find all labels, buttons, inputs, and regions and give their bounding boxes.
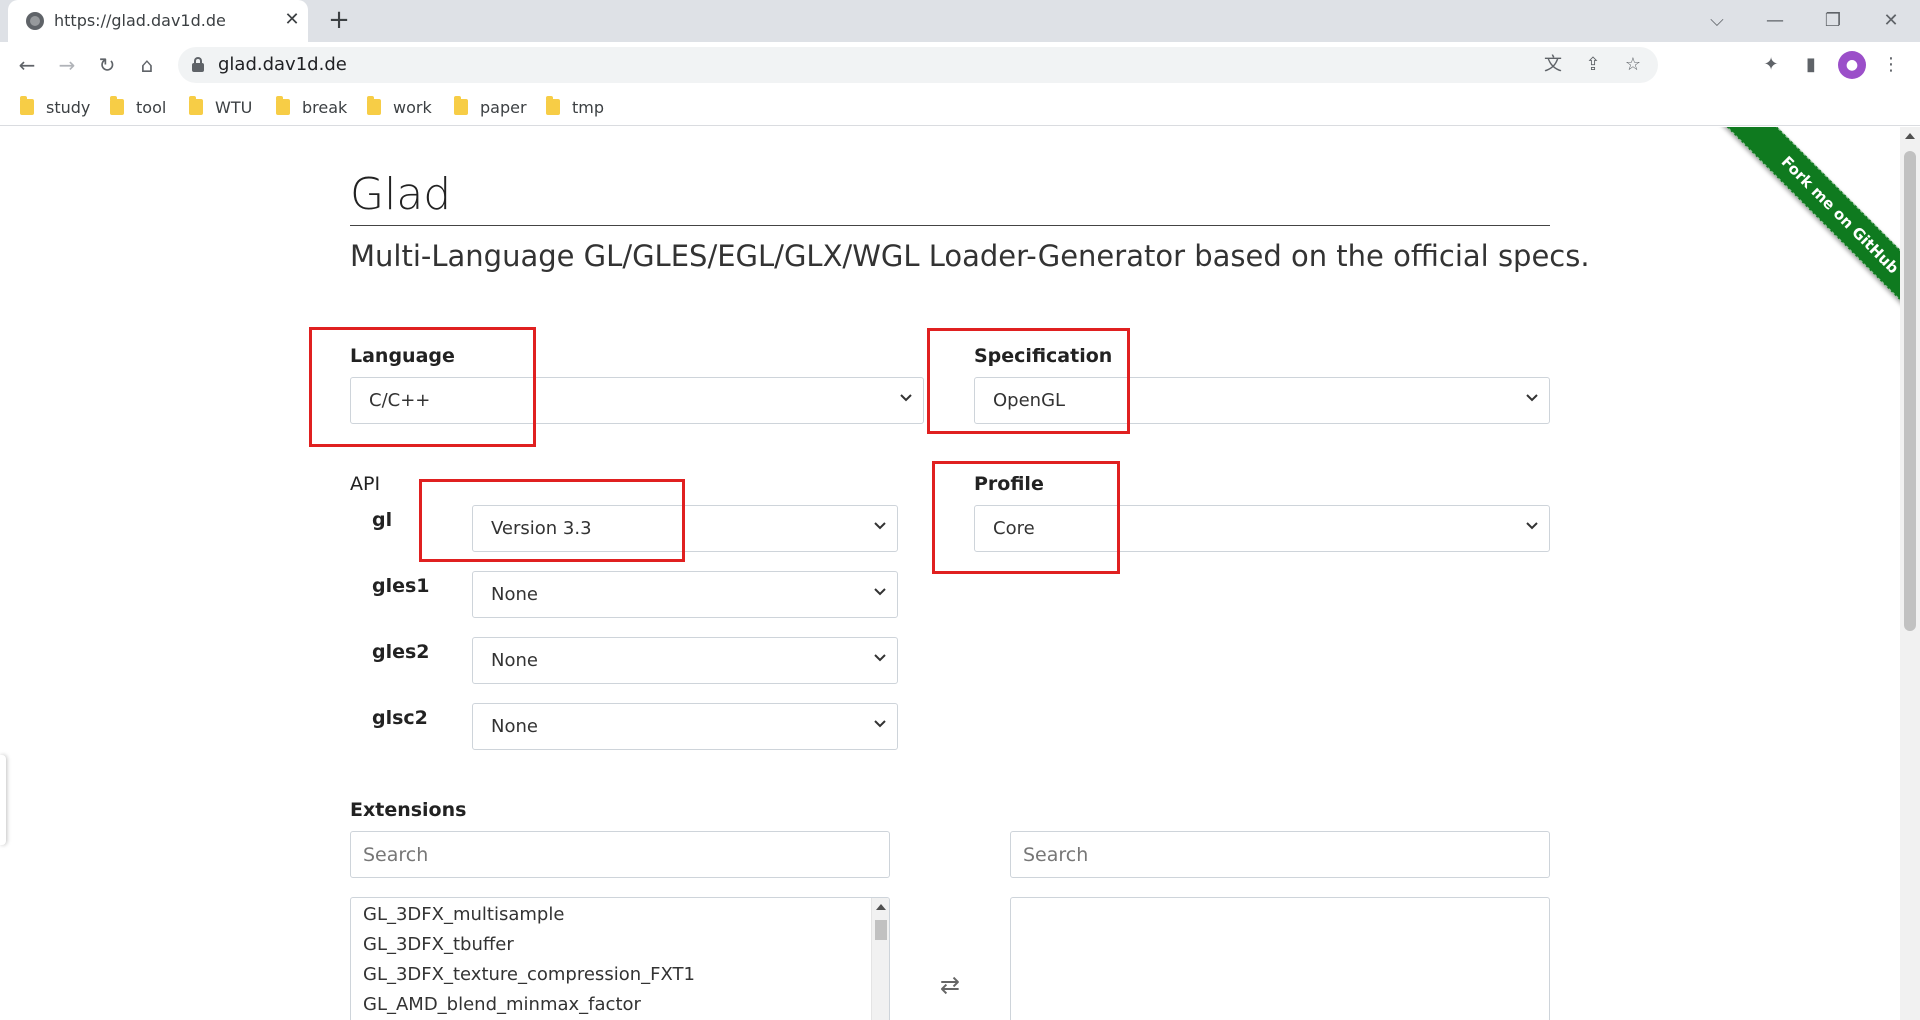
highlight-box — [419, 479, 685, 562]
api-gles2-select[interactable]: None — [472, 637, 898, 684]
api-label: API — [350, 473, 381, 495]
page-subtitle: Multi-Language GL/GLES/EGL/GLX/WGL Loade… — [350, 239, 1590, 273]
chevron-down-icon — [873, 518, 887, 532]
address-bar[interactable]: glad.dav1d.de 文 ⇪ ☆ — [178, 47, 1658, 83]
new-tab-button[interactable]: + — [324, 6, 354, 36]
tab-search-icon[interactable]: ⌵ — [1700, 6, 1734, 36]
chevron-down-icon — [873, 650, 887, 664]
swap-icon[interactable]: ⇄ — [935, 973, 965, 997]
api-gles1-select[interactable]: None — [472, 571, 898, 618]
selected-extensions-search-input[interactable]: Search — [1010, 831, 1550, 878]
list-item[interactable]: GL_3DFX_texture_compression_FXT1 — [363, 964, 695, 985]
bookmark-wtu[interactable]: WTU — [189, 96, 252, 118]
folder-icon — [276, 96, 290, 115]
title-divider — [350, 225, 1550, 226]
url-text[interactable]: glad.dav1d.de — [218, 54, 347, 75]
list-item[interactable]: GL_3DFX_multisample — [363, 904, 564, 925]
reload-icon[interactable]: ↻ — [92, 50, 122, 80]
folder-icon — [110, 96, 124, 115]
tab-title: https://glad.dav1d.de — [54, 11, 226, 30]
search-placeholder: Search — [363, 844, 429, 866]
scroll-up-icon[interactable] — [876, 904, 886, 910]
extensions-search-input[interactable]: Search — [350, 831, 890, 878]
bookmark-paper[interactable]: paper — [454, 96, 527, 118]
list-item[interactable]: GL_AMD_blend_minmax_factor — [363, 994, 641, 1015]
browser-toolbar: ← → ↻ ⌂ glad.dav1d.de 文 ⇪ ☆ ✦ ▮ ● ⋮ — [0, 42, 1920, 88]
api-glsc2-select[interactable]: None — [472, 703, 898, 750]
bookmark-break[interactable]: break — [276, 96, 347, 118]
highlight-box — [309, 327, 536, 447]
api-gles1-value: None — [491, 584, 538, 605]
home-icon[interactable]: ⌂ — [132, 50, 162, 80]
share-icon[interactable]: ⇪ — [1578, 50, 1608, 80]
bookmark-tool[interactable]: tool — [110, 96, 166, 118]
lock-icon[interactable] — [192, 57, 204, 72]
chevron-down-icon — [899, 390, 913, 404]
api-glsc2-value: None — [491, 716, 538, 737]
folder-icon — [454, 96, 468, 115]
side-panel-icon[interactable]: ▮ — [1796, 50, 1826, 80]
folder-icon — [189, 96, 203, 115]
highlight-box — [927, 328, 1130, 434]
chevron-down-icon — [873, 584, 887, 598]
bookmark-work[interactable]: work — [367, 96, 432, 118]
selected-extensions-list[interactable] — [1010, 897, 1550, 1020]
chevron-down-icon — [1525, 518, 1539, 532]
page-scrollbar[interactable] — [1900, 127, 1920, 1020]
api-gles1-label: gles1 — [372, 575, 430, 597]
github-ribbon[interactable]: Fork me on GitHub — [1680, 127, 1900, 347]
chevron-down-icon — [1525, 390, 1539, 404]
api-gles2-value: None — [491, 650, 538, 671]
translate-icon[interactable]: 文 — [1538, 50, 1568, 80]
forward-icon[interactable]: → — [52, 50, 82, 80]
bookmark-tmp[interactable]: tmp — [546, 96, 604, 118]
page-title: Glad — [350, 169, 452, 220]
bookmark-star-icon[interactable]: ☆ — [1618, 50, 1648, 80]
restore-button[interactable]: ❐ — [1816, 6, 1850, 36]
close-tab-icon[interactable]: ✕ — [280, 8, 304, 32]
highlight-box — [932, 461, 1120, 574]
page-content: Fork me on GitHub Glad Multi-Language GL… — [0, 127, 1920, 1020]
list-item[interactable]: GL_3DFX_tbuffer — [363, 934, 514, 955]
chevron-down-icon — [873, 716, 887, 730]
back-icon[interactable]: ← — [12, 50, 42, 80]
side-tab[interactable] — [0, 755, 6, 845]
globe-icon — [26, 12, 44, 30]
ribbon-label[interactable]: Fork me on GitHub — [1721, 127, 1900, 334]
scroll-up-icon[interactable] — [1905, 133, 1915, 139]
folder-icon — [546, 96, 560, 115]
api-glsc2-label: glsc2 — [372, 707, 428, 729]
profile-avatar[interactable]: ● — [1838, 51, 1866, 79]
tab-strip: https://glad.dav1d.de ✕ + ⌵ — ❐ ✕ — [0, 0, 1920, 42]
bookmark-study[interactable]: study — [20, 96, 90, 118]
close-window-button[interactable]: ✕ — [1874, 6, 1908, 36]
minimize-button[interactable]: — — [1758, 6, 1792, 36]
folder-icon — [367, 96, 381, 115]
bookmarks-bar: study tool WTU break work paper tmp — [0, 88, 1920, 126]
search-placeholder: Search — [1023, 844, 1089, 866]
extensions-icon[interactable]: ✦ — [1756, 50, 1786, 80]
browser-tab[interactable]: https://glad.dav1d.de ✕ — [8, 0, 308, 42]
list-scrollbar[interactable] — [871, 898, 889, 1020]
available-extensions-list[interactable]: GL_3DFX_multisample GL_3DFX_tbuffer GL_3… — [350, 897, 890, 1020]
scroll-thumb[interactable] — [1904, 151, 1916, 631]
extensions-label: Extensions — [350, 799, 467, 821]
api-gles2-label: gles2 — [372, 641, 430, 663]
folder-icon — [20, 96, 34, 115]
scroll-thumb[interactable] — [875, 920, 887, 940]
api-gl-label: gl — [372, 509, 393, 531]
menu-icon[interactable]: ⋮ — [1876, 50, 1906, 80]
